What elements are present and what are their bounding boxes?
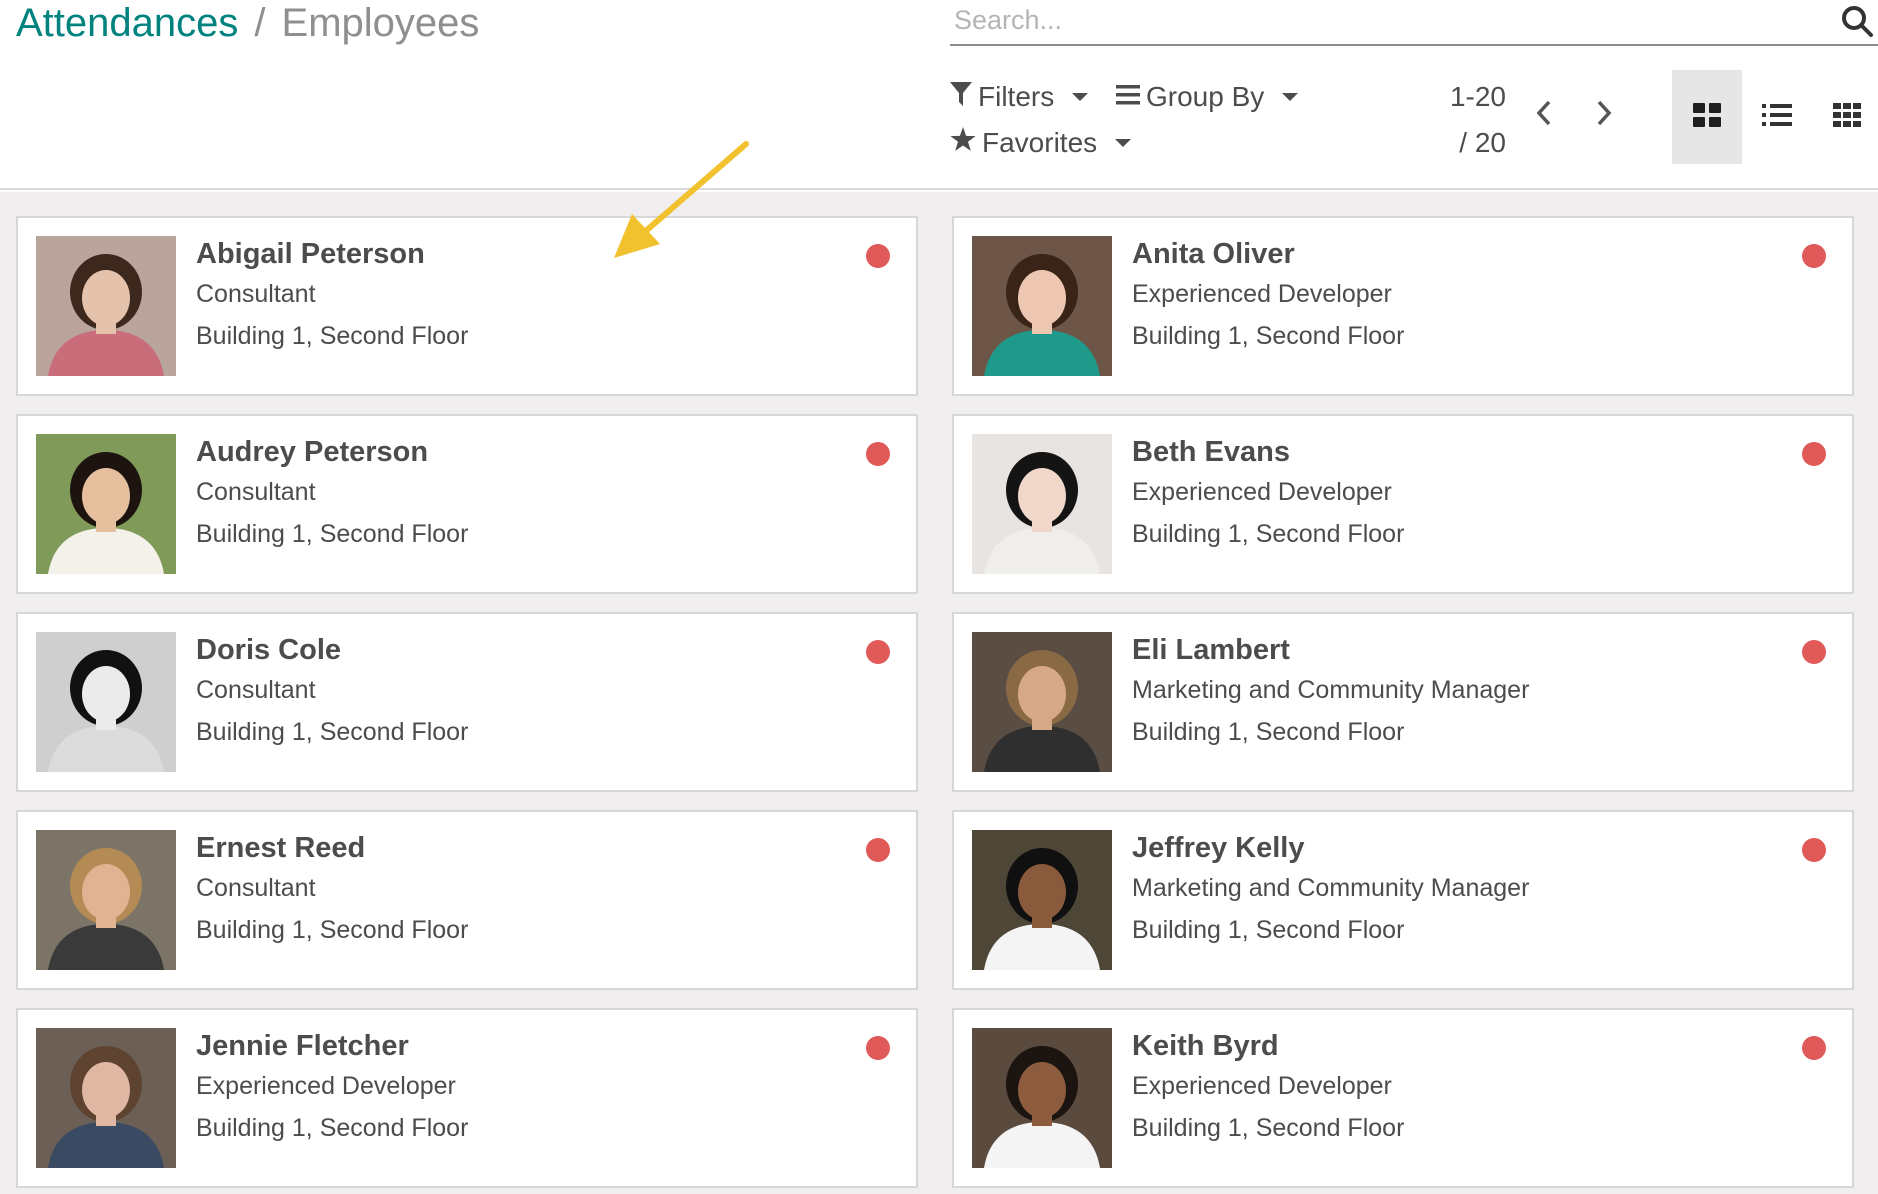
kanban-board: Abigail Peterson Consultant Building 1, Se… [0,192,1878,1194]
employee-name: Eli Lambert [1132,634,1290,666]
breadcrumb-parent-link[interactable]: Attendances [16,1,238,45]
chevron-down-icon [1282,93,1299,101]
group-by-button[interactable]: Group By [1116,74,1299,120]
kanban-view-icon [1693,102,1721,132]
presence-status-icon [1802,244,1826,268]
pager-value[interactable]: 1-20 / 20 [1432,74,1506,166]
employee-name: Abigail Peterson [196,238,425,270]
bars-icon [1116,81,1146,113]
pager-next-button[interactable] [1584,92,1624,138]
presence-status-icon [1802,1036,1826,1060]
employee-name: Doris Cole [196,634,342,666]
employee-name: Jennie Fletcher [196,1030,409,1062]
employee-card[interactable]: Jennie Fletcher Experienced Developer Buil… [16,1008,918,1188]
presence-status-icon [1802,442,1826,466]
presence-status-icon [866,1036,890,1060]
employee-location: Building 1, Second Floor [1132,322,1405,350]
employee-job-title: Experienced Developer [1132,1072,1392,1100]
employee-job-title: Experienced Developer [196,1072,456,1100]
search-icon[interactable] [1840,4,1874,38]
filters-label: Filters [978,81,1055,112]
employee-card[interactable]: Ernest Reed Consultant Building 1, Second … [16,810,918,990]
employee-job-title: Marketing and Community Manager [1132,676,1530,704]
filter-icon [950,81,978,113]
employee-location: Building 1, Second Floor [196,322,469,350]
employee-job-title: Marketing and Community Manager [1132,874,1530,902]
group-by-label: Group By [1146,81,1265,112]
pager-total: / 20 [1459,127,1506,158]
presence-status-icon [866,442,890,466]
employee-card[interactable]: Beth Evans Experienced Developer Building … [952,414,1854,594]
employee-avatar [36,1028,176,1168]
employee-avatar [972,434,1112,574]
breadcrumb-separator: / [254,1,266,45]
employee-avatar [972,1028,1112,1168]
grid-view-icon [1833,102,1861,132]
employee-avatar [972,632,1112,772]
employee-card[interactable]: Jeffrey Kelly Marketing and Community Man… [952,810,1854,990]
employee-name: Beth Evans [1132,436,1290,468]
employee-location: Building 1, Second Floor [1132,916,1405,944]
presence-status-icon [1802,640,1826,664]
employee-location: Building 1, Second Floor [196,520,469,548]
list-view-button[interactable] [1742,70,1812,164]
employee-name: Audrey Peterson [196,436,429,468]
employee-card[interactable]: Anita Oliver Experienced Developer Buildin… [952,216,1854,396]
breadcrumb-current: Employees [281,1,480,45]
favorites-button[interactable]: Favorites [950,120,1132,166]
employee-name: Ernest Reed [196,832,366,864]
employee-location: Building 1, Second Floor [1132,1114,1405,1142]
employee-job-title: Consultant [196,874,316,902]
employee-avatar [36,830,176,970]
employee-avatar [36,434,176,574]
search-input[interactable] [954,2,1814,38]
favorites-label: Favorites [982,127,1098,158]
employee-job-title: Consultant [196,280,316,308]
employee-name: Anita Oliver [1132,238,1295,270]
employee-location: Building 1, Second Floor [1132,520,1405,548]
chevron-right-icon [1594,99,1614,132]
chevron-down-icon [1072,93,1089,101]
employee-location: Building 1, Second Floor [196,1114,469,1142]
presence-status-icon [866,838,890,862]
annotation-arrow-icon [614,141,749,258]
employee-avatar [972,236,1112,376]
presence-status-icon [866,244,890,268]
kanban-view-button[interactable] [1672,70,1742,164]
employee-name: Jeffrey Kelly [1132,832,1305,864]
chevron-down-icon [1115,139,1132,147]
employee-job-title: Experienced Developer [1132,478,1392,506]
search-box [950,0,1878,46]
employee-location: Building 1, Second Floor [196,718,469,746]
employee-avatar [36,632,176,772]
control-panel: Attendances / Employees Filters Group By F… [0,0,1878,190]
employee-card[interactable]: Doris Cole Consultant Building 1, Second F… [16,612,918,792]
employee-location: Building 1, Second Floor [1132,718,1405,746]
star-icon [950,127,982,159]
filters-button[interactable]: Filters [950,74,1089,120]
breadcrumb: Attendances / Employees [16,0,479,46]
grid-view-button[interactable] [1812,70,1878,164]
chevron-left-icon [1534,99,1554,132]
employee-avatar [36,236,176,376]
presence-status-icon [866,640,890,664]
pager-range: 1-20 [1449,81,1506,112]
employee-name: Keith Byrd [1132,1030,1279,1062]
list-view-icon [1762,103,1792,132]
employee-location: Building 1, Second Floor [196,916,469,944]
employee-card[interactable]: Abigail Peterson Consultant Building 1, Se… [16,216,918,396]
employee-card[interactable]: Keith Byrd Experienced Developer Building … [952,1008,1854,1188]
employee-card[interactable]: Audrey Peterson Consultant Building 1, Sec… [16,414,918,594]
presence-status-icon [1802,838,1826,862]
employee-job-title: Consultant [196,676,316,704]
employee-avatar [972,830,1112,970]
employee-job-title: Experienced Developer [1132,280,1392,308]
employee-job-title: Consultant [196,478,316,506]
employee-card[interactable]: Eli Lambert Marketing and Community Manag… [952,612,1854,792]
pager-previous-button[interactable] [1524,92,1564,138]
